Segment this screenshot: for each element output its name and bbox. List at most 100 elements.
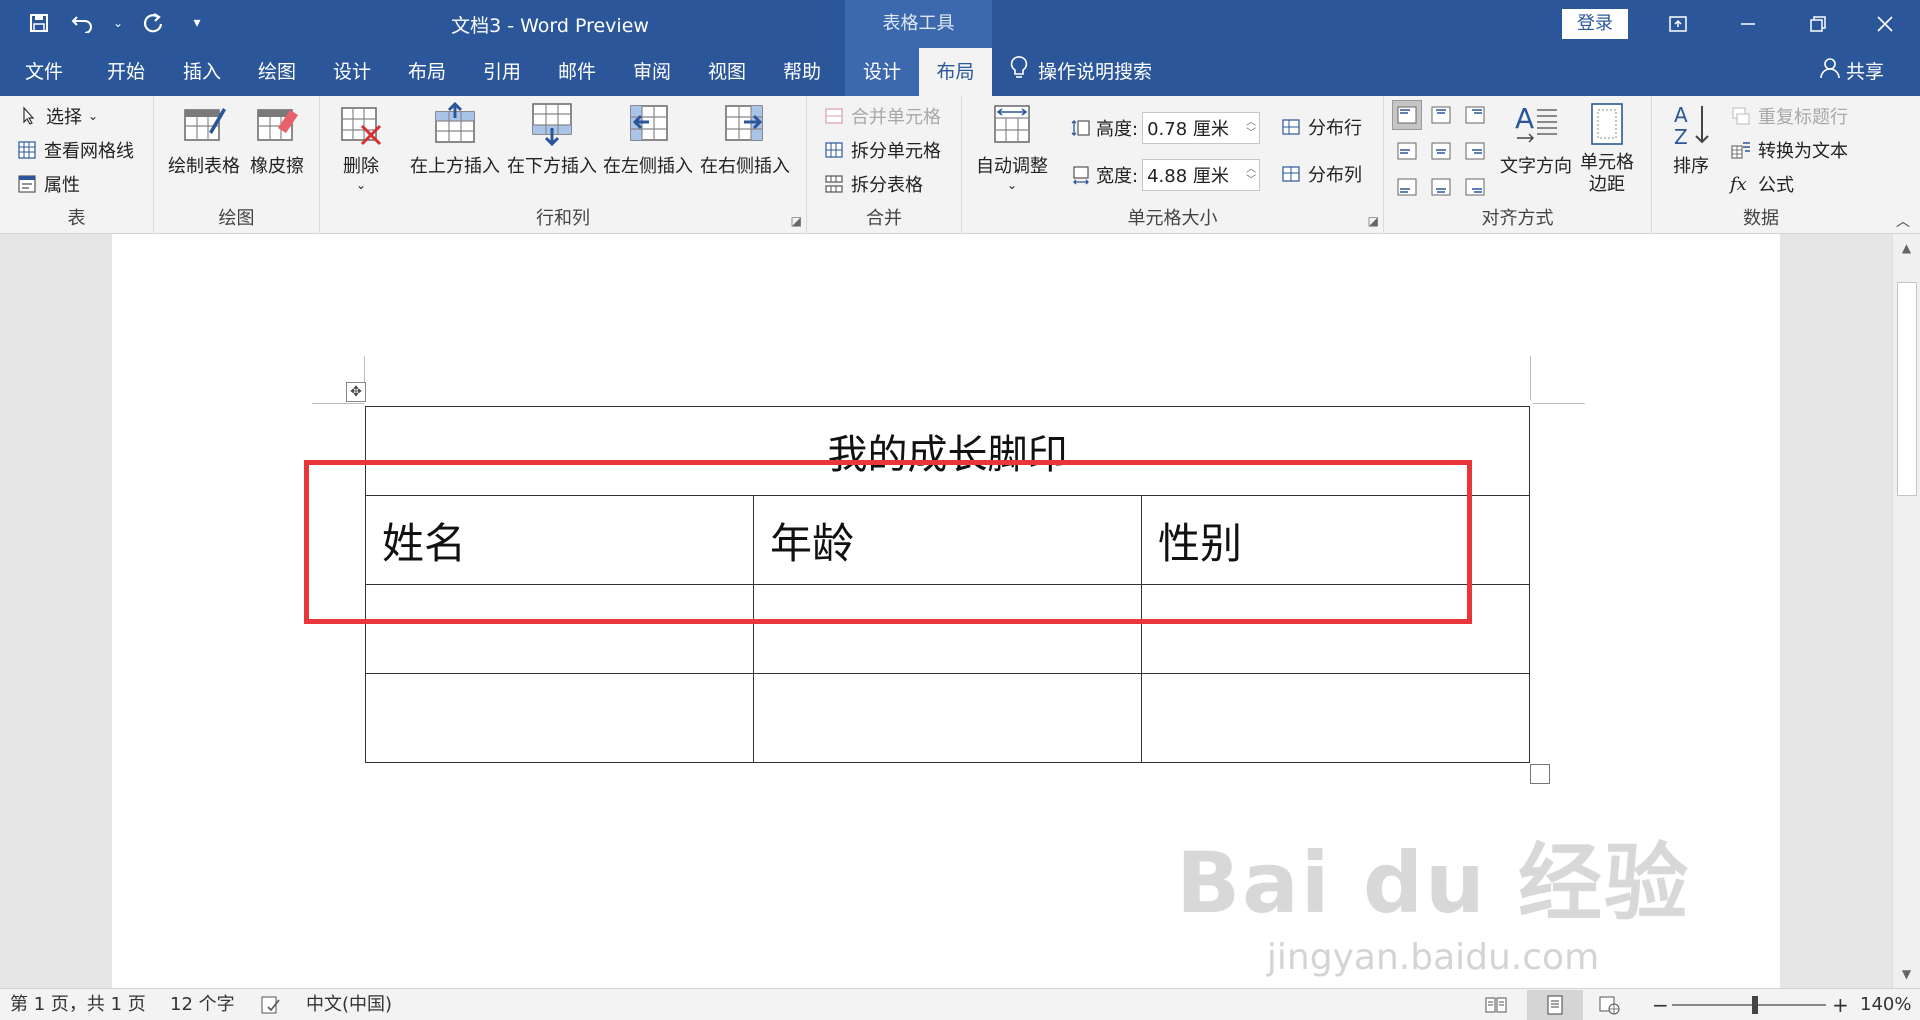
- view-gridlines-button[interactable]: 查看网格线: [16, 135, 134, 165]
- align-bottom-left-icon[interactable]: [1392, 172, 1422, 202]
- split-cells-button[interactable]: 拆分单元格: [823, 135, 941, 165]
- table-header-cell[interactable]: 性别: [1141, 495, 1530, 585]
- table-cell[interactable]: [365, 584, 754, 674]
- scroll-down-icon[interactable]: ▼: [1893, 960, 1920, 988]
- select-label: 选择: [46, 107, 82, 128]
- autofit-button[interactable]: 自动调整 ⌄: [976, 102, 1048, 192]
- cell-alignment-grid: [1392, 100, 1492, 206]
- height-input[interactable]: 0.78 厘米 ︿ ﹀: [1142, 112, 1261, 144]
- tab-references[interactable]: 引用: [468, 48, 536, 96]
- draw-table-button[interactable]: 绘制表格: [168, 102, 240, 178]
- tab-insert[interactable]: 插入: [168, 48, 236, 96]
- read-mode-icon[interactable]: [1468, 990, 1524, 1020]
- autofit-dropdown-icon: ⌄: [1006, 178, 1018, 192]
- tab-design[interactable]: 设计: [318, 48, 386, 96]
- table-resize-handle-icon[interactable]: [1530, 764, 1550, 784]
- minimize-icon[interactable]: [1713, 0, 1783, 48]
- width-spinner-icon[interactable]: ︿ ﹀: [1243, 164, 1259, 186]
- align-middle-center-icon[interactable]: [1426, 136, 1456, 166]
- align-bottom-right-icon[interactable]: [1460, 172, 1490, 202]
- tab-table-design[interactable]: 设计: [845, 48, 919, 96]
- split-table-icon: [825, 175, 843, 193]
- align-middle-left-icon[interactable]: [1392, 136, 1422, 166]
- table-group-label: 表: [67, 208, 86, 229]
- table-cell[interactable]: [753, 673, 1142, 763]
- zoom-out-button[interactable]: −: [1652, 989, 1669, 1020]
- insert-right-button[interactable]: 在右侧插入: [700, 102, 790, 178]
- draw-group-label: 绘图: [218, 208, 255, 229]
- zoom-slider-thumb[interactable]: [1752, 996, 1758, 1014]
- distribute-rows-button[interactable]: 分布行: [1280, 112, 1362, 142]
- share-button[interactable]: 共享: [1820, 48, 1884, 96]
- insert-below-button[interactable]: 在下方插入: [507, 102, 597, 178]
- align-bottom-center-icon[interactable]: [1426, 172, 1456, 202]
- width-input[interactable]: 4.88 厘米 ︿ ﹀: [1142, 159, 1261, 191]
- collapse-ribbon-icon[interactable]: ︿: [1896, 211, 1910, 231]
- text-direction-button[interactable]: A 文字方向: [1500, 102, 1572, 178]
- tab-file[interactable]: 文件: [10, 48, 78, 96]
- align-top-center-icon[interactable]: [1426, 100, 1456, 130]
- align-middle-right-icon[interactable]: [1460, 136, 1490, 166]
- insert-above-button[interactable]: 在上方插入: [410, 102, 500, 178]
- tab-mailings[interactable]: 邮件: [543, 48, 611, 96]
- crop-mark: [312, 403, 364, 404]
- formula-button[interactable]: fx 公式: [1730, 169, 1794, 199]
- delete-button[interactable]: 删除 ⌄: [338, 102, 384, 192]
- distribute-rows-icon: [1282, 119, 1300, 135]
- language[interactable]: 中文(中国): [306, 989, 392, 1020]
- word-count[interactable]: 12 个字: [170, 989, 235, 1020]
- zoom-slider[interactable]: [1672, 1004, 1826, 1006]
- page-info[interactable]: 第 1 页，共 1 页: [10, 989, 146, 1020]
- table-title-cell[interactable]: 我的成长脚印: [365, 406, 1530, 496]
- tell-me-search[interactable]: 操作说明搜索: [1010, 48, 1152, 96]
- svg-text:Z: Z: [1674, 125, 1688, 146]
- convert-to-text-button[interactable]: 转换为文本: [1730, 135, 1848, 165]
- split-table-label: 拆分表格: [851, 175, 923, 196]
- align-top-left-icon[interactable]: [1392, 100, 1422, 130]
- table-cell[interactable]: [365, 673, 754, 763]
- tab-help[interactable]: 帮助: [768, 48, 836, 96]
- tab-review[interactable]: 审阅: [618, 48, 686, 96]
- table-row: [365, 673, 1530, 763]
- tab-home[interactable]: 开始: [92, 48, 160, 96]
- merge-cells-button[interactable]: 合并单元格: [823, 101, 941, 131]
- table-header-cell[interactable]: 年龄: [753, 495, 1142, 585]
- vertical-scrollbar[interactable]: ▲ ▼: [1892, 234, 1920, 988]
- tab-layout[interactable]: 布局: [393, 48, 461, 96]
- repeat-header-rows-button[interactable]: 重复标题行: [1730, 101, 1848, 131]
- login-button[interactable]: 登录: [1562, 9, 1628, 39]
- split-table-button[interactable]: 拆分表格: [823, 169, 923, 199]
- ribbon-display-options-icon[interactable]: [1643, 0, 1713, 48]
- table-move-handle-icon[interactable]: ✥: [346, 382, 366, 402]
- table-cell[interactable]: [753, 584, 1142, 674]
- delete-dropdown-icon: ⌄: [355, 178, 367, 192]
- zoom-in-button[interactable]: +: [1832, 989, 1849, 1020]
- cell-margins-button[interactable]: 单元格 边距: [1580, 102, 1634, 196]
- align-top-right-icon[interactable]: [1460, 100, 1490, 130]
- scroll-up-icon[interactable]: ▲: [1893, 234, 1920, 262]
- table-cell[interactable]: [1141, 673, 1530, 763]
- distribute-columns-button[interactable]: 分布列: [1280, 159, 1362, 189]
- properties-button[interactable]: 属性: [16, 169, 80, 199]
- table-header-cell[interactable]: 姓名: [365, 495, 754, 585]
- sort-button[interactable]: AZ 排序: [1668, 102, 1714, 178]
- print-layout-icon[interactable]: [1527, 990, 1583, 1020]
- table-cell[interactable]: [1141, 584, 1530, 674]
- cell-size-launcher-icon[interactable]: ◪: [1368, 214, 1379, 228]
- tab-table-layout[interactable]: 布局: [919, 48, 992, 96]
- tab-view[interactable]: 视图: [693, 48, 761, 96]
- rows-columns-launcher-icon[interactable]: ◪: [791, 214, 802, 228]
- scrollbar-thumb[interactable]: [1897, 282, 1917, 496]
- crop-mark: [1530, 356, 1531, 400]
- height-spinner-icon[interactable]: ︿ ﹀: [1243, 117, 1259, 139]
- zoom-level[interactable]: 140%: [1860, 989, 1911, 1020]
- tab-draw[interactable]: 绘图: [243, 48, 311, 96]
- proofing-icon[interactable]: [260, 989, 282, 1020]
- restore-icon[interactable]: [1783, 0, 1853, 48]
- select-button[interactable]: 选择 ⌄: [18, 101, 98, 131]
- document-page[interactable]: ✥ 我的成长脚印 姓名 年龄 性别 Bai du 经验 jingyan.baid…: [112, 234, 1780, 988]
- close-icon[interactable]: [1850, 0, 1920, 48]
- eraser-button[interactable]: 橡皮擦: [250, 102, 304, 178]
- web-layout-icon[interactable]: [1589, 990, 1629, 1020]
- insert-left-button[interactable]: 在左侧插入: [603, 102, 693, 178]
